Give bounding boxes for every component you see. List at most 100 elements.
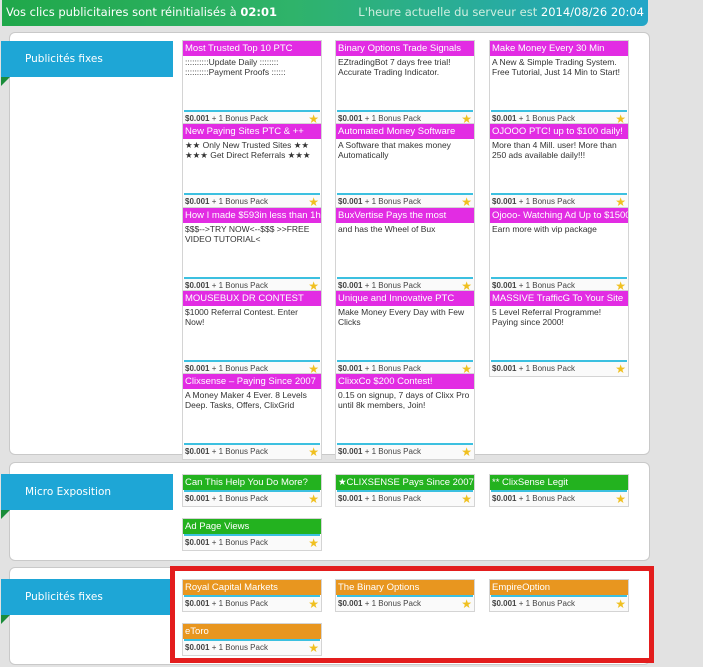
reset-time: 02:01 [240, 5, 277, 19]
ad-card[interactable]: Unique and Innovative PTC Make Money Ever… [335, 290, 475, 377]
ad-price: $0.001 [185, 281, 210, 290]
ad-bonus: + 1 Bonus Pack [364, 364, 421, 373]
ad-footer: $0.001 + 1 Bonus Pack ★ [490, 492, 628, 506]
ad-description: ★★ Only New Trusted Sites ★★ ★★★ Get Dir… [185, 140, 311, 160]
ad-bonus: + 1 Bonus Pack [364, 447, 421, 456]
ad-description: A Software that makes money Automaticall… [338, 140, 451, 160]
ad-title[interactable]: Most Trusted Top 10 PTC [183, 41, 321, 56]
ad-title[interactable]: MOUSEBUX DR CONTEST [183, 291, 321, 306]
ad-card[interactable]: Can This Help You Do More? $0.001 + 1 Bon… [182, 474, 322, 507]
ad-price: $0.001 [338, 447, 363, 456]
ad-title[interactable]: How I made $593in less than 1h [183, 208, 321, 223]
server-label: L'heure actuelle du serveur est [358, 5, 538, 19]
ad-price: $0.001 [492, 114, 517, 123]
ad-card[interactable]: ClixxCo $200 Contest! 0.15 on signup, 7 d… [335, 373, 475, 460]
ad-title[interactable]: OJOOO PTC! up to $100 daily! [490, 124, 628, 139]
ad-card[interactable]: Clixsense – Paying Since 2007 A Money Mak… [182, 373, 322, 460]
ad-bonus: + 1 Bonus Pack [518, 114, 575, 123]
ad-title[interactable]: Ad Page Views [183, 519, 321, 534]
ad-bonus: + 1 Bonus Pack [364, 197, 421, 206]
ad-title[interactable]: Unique and Innovative PTC [336, 291, 474, 306]
ad-card[interactable]: Make Money Every 30 Min A New & Simple Tr… [489, 40, 629, 127]
ad-bonus: + 1 Bonus Pack [211, 538, 268, 547]
ad-description: $$$-->TRY NOW<--$$$ >>FREE VIDEO TUTORIA… [185, 224, 310, 244]
ad-bonus: + 1 Bonus Pack [211, 447, 268, 456]
ad-description: ::::::::::Update Daily :::::::: ::::::::… [185, 57, 286, 77]
ad-description: 0.15 on signup, 7 days of Clixx Pro unti… [338, 390, 470, 410]
ad-bonus: + 1 Bonus Pack [518, 494, 575, 503]
ad-card[interactable]: OJOOO PTC! up to $100 daily! More than 4 … [489, 123, 629, 210]
ad-price: $0.001 [185, 197, 210, 206]
ad-description: A New & Simple Trading System. Free Tuto… [492, 57, 621, 77]
ad-card[interactable]: MOUSEBUX DR CONTEST $1000 Referral Contes… [182, 290, 322, 377]
ad-card[interactable]: BuxVertise Pays the most and has the Whee… [335, 207, 475, 294]
ad-bonus: + 1 Bonus Pack [211, 281, 268, 290]
ad-description: EZtradingBot 7 days free trial! Accurate… [338, 57, 451, 77]
highlight-box [170, 566, 654, 663]
ad-price: $0.001 [185, 114, 210, 123]
ad-bonus: + 1 Bonus Pack [211, 197, 268, 206]
ad-bonus: + 1 Bonus Pack [211, 364, 268, 373]
section-ribbon: Publicités fixes [1, 579, 173, 624]
ad-footer: $0.001 + 1 Bonus Pack ★ [183, 492, 321, 506]
server-time-info: L'heure actuelle du serveur est 2014/08/… [358, 5, 644, 19]
ad-footer: $0.001 + 1 Bonus Pack ★ [183, 445, 321, 459]
ad-card[interactable]: Binary Options Trade Signals EZtradingBot… [335, 40, 475, 127]
ad-bonus: + 1 Bonus Pack [211, 494, 268, 503]
star-icon: ★ [308, 536, 319, 550]
ad-bonus: + 1 Bonus Pack [518, 364, 575, 373]
ad-card[interactable]: Most Trusted Top 10 PTC::::::::::Update … [182, 40, 322, 127]
ad-description: Make Money Every Day with Few Clicks [338, 307, 465, 327]
section-ribbon: Publicités fixes [1, 41, 173, 86]
ad-price: $0.001 [492, 281, 517, 290]
ad-card[interactable]: New Paying Sites PTC & ++ ★★ Only New Tru… [182, 123, 322, 210]
ad-price: $0.001 [185, 447, 210, 456]
ad-price: $0.001 [338, 197, 363, 206]
ad-title[interactable]: MASSIVE TrafficG To Your Site [490, 291, 628, 306]
ad-description: 5 Level Referral Programme! Paying since… [492, 307, 602, 327]
ad-description: and has the Wheel of Bux [338, 224, 436, 234]
ad-description: More than 4 Mill. user! More than 250 ad… [492, 140, 617, 160]
ad-card[interactable]: Ojooo- Watching Ad Up to $1500 Earn more … [489, 207, 629, 294]
ad-title[interactable]: Can This Help You Do More? [183, 475, 321, 490]
ad-card[interactable]: ★CLIXSENSE Pays Since 2007★ $0.001 + 1 Bo… [335, 474, 475, 507]
ad-card[interactable]: Automated Money Software A Software that … [335, 123, 475, 210]
star-icon: ★ [615, 492, 626, 506]
ad-title[interactable]: Clixsense – Paying Since 2007 [183, 374, 321, 389]
ad-price: $0.001 [185, 494, 210, 503]
ad-title[interactable]: BuxVertise Pays the most [336, 208, 474, 223]
ad-bonus: + 1 Bonus Pack [211, 114, 268, 123]
ad-title[interactable]: ** ClixSense Legit [490, 475, 628, 490]
reset-info: Vos clics publicitaires sont réinitialis… [6, 5, 277, 19]
ad-title[interactable]: Ojooo- Watching Ad Up to $1500 [490, 208, 628, 223]
ad-title[interactable]: Make Money Every 30 Min [490, 41, 628, 56]
ad-title[interactable]: ★CLIXSENSE Pays Since 2007★ [336, 475, 474, 490]
ad-title[interactable]: ClixxCo $200 Contest! [336, 374, 474, 389]
ad-bonus: + 1 Bonus Pack [518, 197, 575, 206]
server-time: 2014/08/26 20:04 [540, 5, 644, 19]
star-icon: ★ [461, 445, 472, 459]
ad-footer: $0.001 + 1 Bonus Pack ★ [183, 536, 321, 550]
ad-title[interactable]: Automated Money Software [336, 124, 474, 139]
star-icon: ★ [308, 492, 319, 506]
ad-description: $1000 Referral Contest. Enter Now! [185, 307, 298, 327]
star-icon: ★ [615, 362, 626, 376]
ad-card[interactable]: ** ClixSense Legit $0.001 + 1 Bonus Pack ★ [489, 474, 629, 507]
ad-footer: $0.001 + 1 Bonus Pack ★ [490, 362, 628, 376]
ad-description: Earn more with vip package [492, 224, 597, 234]
ad-price: $0.001 [492, 197, 517, 206]
ad-footer: $0.001 + 1 Bonus Pack ★ [336, 445, 474, 459]
ad-card[interactable]: How I made $593in less than 1h $$$-->TRY … [182, 207, 322, 294]
ad-card[interactable]: MASSIVE TrafficG To Your Site 5 Level Ref… [489, 290, 629, 377]
ad-bonus: + 1 Bonus Pack [364, 494, 421, 503]
reset-label: Vos clics publicitaires sont réinitialis… [6, 5, 237, 19]
ad-price: $0.001 [492, 364, 517, 373]
section-ribbon: Micro Exposition [1, 474, 173, 519]
ad-price: $0.001 [338, 281, 363, 290]
ad-card[interactable]: Ad Page Views $0.001 + 1 Bonus Pack ★ [182, 518, 322, 551]
ad-footer: $0.001 + 1 Bonus Pack ★ [336, 492, 474, 506]
ad-price: $0.001 [185, 364, 210, 373]
ad-title[interactable]: New Paying Sites PTC & ++ [183, 124, 321, 139]
ad-title[interactable]: Binary Options Trade Signals [336, 41, 474, 56]
ad-price: $0.001 [338, 494, 363, 503]
